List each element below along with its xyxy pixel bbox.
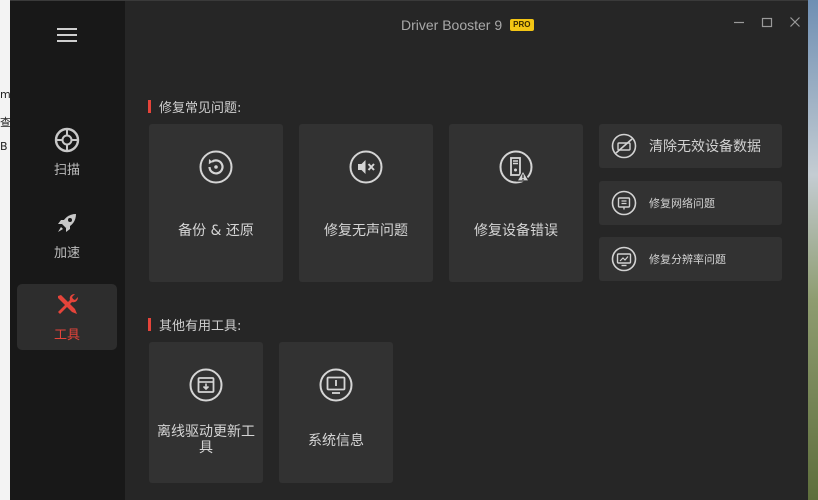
pro-badge: PRO	[510, 19, 534, 31]
sidebar: 扫描 加速 工具	[10, 1, 125, 500]
card-label: 离线驱动更新工具	[157, 424, 255, 456]
sidebar-item-speedup[interactable]: 加速	[17, 202, 117, 268]
sidebar-item-label: 加速	[53, 245, 80, 261]
app-title: Driver Booster 9 PRO	[401, 17, 534, 33]
menu-icon[interactable]	[57, 28, 77, 42]
rocket-icon	[54, 210, 80, 236]
offline-driver-update-card[interactable]: 离线驱动更新工具	[149, 342, 263, 483]
maximize-icon	[761, 17, 773, 28]
sidebar-item-tools[interactable]: 工具	[17, 284, 117, 350]
minimize-button[interactable]	[732, 15, 746, 29]
mini-card-label: 清除无效设备数据	[649, 139, 761, 155]
minimize-icon	[734, 21, 744, 24]
clean-invalid-device-data-card[interactable]: 清除无效设备数据	[599, 124, 782, 168]
sidebar-item-label: 扫描	[53, 162, 80, 178]
fix-network-card[interactable]: 修复网络问题	[599, 181, 782, 225]
close-icon	[790, 17, 800, 27]
system-info-card[interactable]: 系统信息	[279, 342, 393, 483]
sidebar-item-label: 工具	[53, 327, 80, 343]
clean-device-icon	[611, 133, 637, 159]
fix-resolution-card[interactable]: 修复分辨率问题	[599, 237, 782, 281]
mini-card-label: 修复分辨率问题	[649, 253, 726, 266]
offline-update-icon	[189, 368, 223, 402]
card-label: 备份 & 还原	[178, 223, 254, 239]
network-icon	[611, 190, 637, 216]
app-window: 扫描 加速 工具 Driver Booster 9 PRO 修复常见问题: 备份…	[10, 0, 808, 500]
section-title-common-fixes: 修复常见问题:	[148, 97, 241, 116]
fix-device-error-card[interactable]: 修复设备错误	[449, 124, 583, 282]
background-text: B	[0, 140, 8, 153]
card-label: 系统信息	[308, 433, 364, 449]
app-title-text: Driver Booster 9	[401, 17, 503, 33]
card-label: 修复无声问题	[324, 223, 408, 239]
maximize-button[interactable]	[760, 15, 774, 29]
device-error-icon	[499, 150, 533, 184]
section-accent-bar	[148, 100, 151, 113]
section-accent-bar	[148, 318, 151, 331]
scan-icon	[54, 127, 80, 153]
background-text: 查	[0, 116, 10, 129]
section-title-other-tools: 其他有用工具:	[148, 315, 241, 334]
mini-card-label: 修复网络问题	[649, 197, 715, 210]
background-text: m	[0, 88, 10, 101]
tools-icon	[54, 292, 80, 318]
fix-no-sound-card[interactable]: 修复无声问题	[299, 124, 433, 282]
section-title-text: 其他有用工具:	[159, 319, 242, 334]
card-label: 修复设备错误	[474, 223, 558, 239]
backup-restore-card[interactable]: 备份 & 还原	[149, 124, 283, 282]
section-title-text: 修复常见问题:	[159, 101, 242, 116]
sound-mute-icon	[349, 150, 383, 184]
close-button[interactable]	[788, 15, 802, 29]
title-bar: Driver Booster 9 PRO	[125, 1, 808, 47]
window-controls	[732, 15, 802, 29]
sidebar-item-scan[interactable]: 扫描	[17, 119, 117, 185]
system-info-icon	[319, 368, 353, 402]
background-window-fragment: m 查 B	[0, 0, 10, 500]
backup-restore-icon	[199, 150, 233, 184]
desktop-wallpaper	[808, 0, 818, 500]
resolution-icon	[611, 246, 637, 272]
